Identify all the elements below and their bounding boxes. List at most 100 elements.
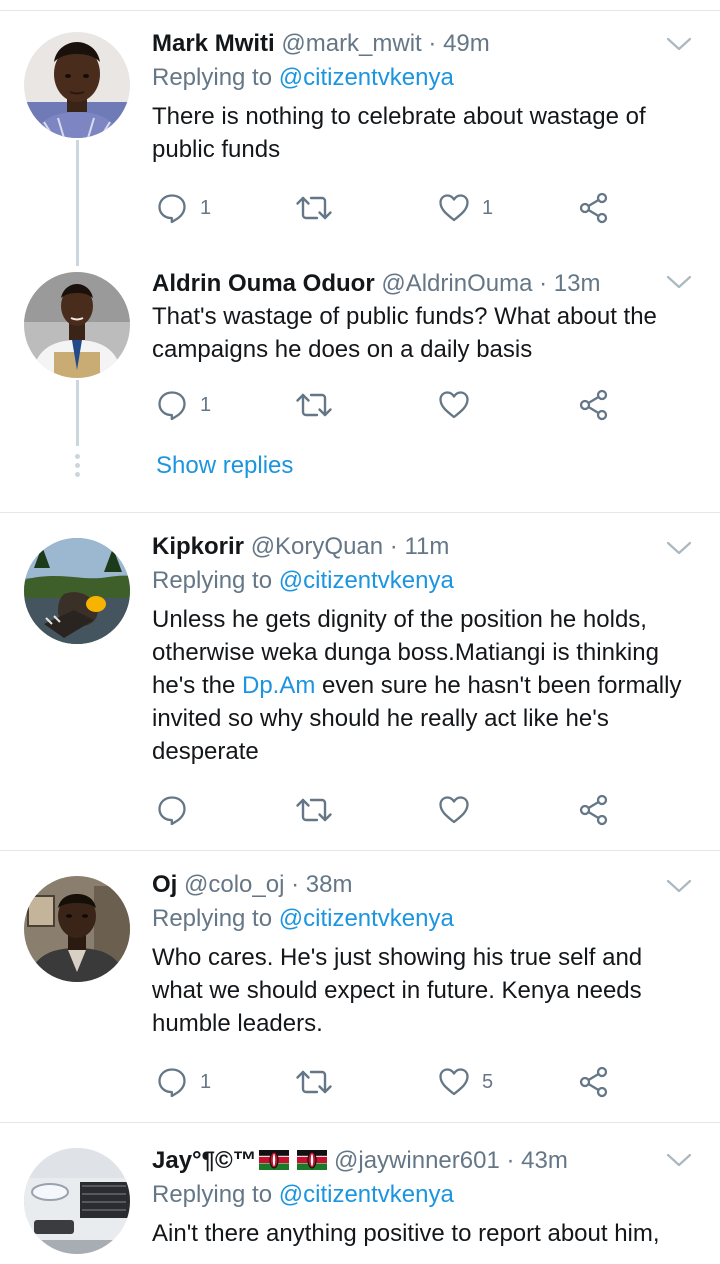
reply-button[interactable]	[156, 790, 200, 830]
reply-bubble-icon	[156, 192, 188, 224]
replying-to-prefix: Replying to	[152, 567, 279, 594]
like-button[interactable]	[438, 385, 482, 425]
like-button[interactable]	[438, 790, 482, 830]
display-name[interactable]: Jay°¶©™	[152, 1147, 257, 1174]
heart-icon	[438, 192, 470, 224]
tweet-text: Who cares. He's just showing his true se…	[152, 944, 643, 1037]
top-divider	[0, 10, 720, 11]
timestamp[interactable]: 13m	[554, 270, 601, 297]
replying-to-prefix: Replying to	[152, 1181, 279, 1208]
avatar[interactable]	[24, 32, 130, 138]
display-name[interactable]: Kipkorir	[152, 533, 244, 560]
reply-count: 1	[200, 393, 212, 416]
display-name[interactable]: Mark Mwiti	[152, 30, 275, 57]
replying-to-link[interactable]: @citizentvkenya	[279, 567, 454, 594]
separator-dot: ·	[389, 533, 398, 560]
text-link[interactable]: Dp.Am	[242, 672, 315, 699]
retweet-button[interactable]	[294, 385, 346, 425]
like-button[interactable]: 1	[438, 188, 493, 228]
share-nodes-icon	[578, 1066, 610, 1098]
reply-bubble-icon	[156, 389, 188, 421]
retweet-button[interactable]	[294, 1062, 346, 1102]
retweet-button[interactable]	[294, 790, 346, 830]
reply-count: 1	[200, 196, 212, 219]
replying-to: Replying to @citizentvkenya	[152, 565, 690, 597]
reply-count: 1	[200, 1070, 212, 1093]
like-button[interactable]: 5	[438, 1062, 493, 1102]
separator-dot: ·	[539, 270, 548, 297]
tweet-divider	[0, 512, 720, 513]
tweet-header: Aldrin Ouma Oduor @AldrinOuma · 13m	[152, 268, 690, 300]
user-handle[interactable]: @colo_oj	[184, 871, 284, 898]
show-replies-link[interactable]: Show replies	[156, 452, 293, 480]
timestamp[interactable]: 38m	[306, 871, 353, 898]
share-button[interactable]	[578, 1062, 610, 1102]
timestamp[interactable]: 49m	[443, 30, 490, 57]
user-handle[interactable]: @AldrinOuma	[381, 270, 532, 297]
thread-line	[76, 380, 79, 446]
tweet-header: Mark Mwiti @mark_mwit · 49m	[152, 28, 690, 60]
retweet-button[interactable]	[294, 188, 346, 228]
timestamp[interactable]: 11m	[404, 533, 449, 560]
tweet-text: Unless he gets dignity of the position h…	[152, 603, 690, 768]
share-button[interactable]	[578, 188, 610, 228]
timestamp[interactable]: 43m	[521, 1147, 568, 1174]
chevron-down-icon[interactable]	[666, 274, 692, 290]
kenya-flag-emoji	[297, 1150, 327, 1170]
chevron-down-icon[interactable]	[666, 540, 692, 556]
separator-dot: ·	[291, 871, 300, 898]
tweet-actions: 1	[152, 385, 622, 425]
retweet-arrows-icon	[294, 389, 334, 421]
thread-more-dots	[74, 454, 82, 481]
like-count: 1	[482, 196, 494, 219]
chevron-down-icon[interactable]	[666, 878, 692, 894]
like-count: 5	[482, 1070, 494, 1093]
tweet-text: There is nothing to celebrate about wast…	[152, 103, 646, 163]
chevron-down-icon[interactable]	[666, 1152, 692, 1168]
thread-line	[76, 140, 79, 266]
reply-button[interactable]: 1	[156, 1062, 211, 1102]
replying-to-prefix: Replying to	[152, 64, 279, 91]
user-handle[interactable]: @jaywinner601	[334, 1147, 500, 1174]
retweet-arrows-icon	[294, 794, 334, 826]
share-nodes-icon	[578, 192, 610, 224]
avatar[interactable]	[24, 538, 130, 644]
user-handle[interactable]: @KoryQuan	[251, 533, 383, 560]
retweet-arrows-icon	[294, 1066, 334, 1098]
reply-button[interactable]: 1	[156, 385, 211, 425]
share-nodes-icon	[578, 794, 610, 826]
tweet-actions	[152, 790, 622, 830]
tweet-actions: 1 1	[152, 188, 622, 228]
replying-to: Replying to @citizentvkenya	[152, 903, 690, 935]
tweet-header: Kipkorir @KoryQuan · 11m	[152, 531, 690, 563]
replying-to-link[interactable]: @citizentvkenya	[279, 64, 454, 91]
avatar[interactable]	[24, 272, 130, 378]
replying-to-link[interactable]: @citizentvkenya	[279, 1181, 454, 1208]
tweet-actions: 1 5	[152, 1062, 622, 1102]
tweet-text: That's wastage of public funds? What abo…	[152, 303, 657, 363]
replying-to-prefix: Replying to	[152, 905, 279, 932]
separator-dot: ·	[428, 30, 437, 57]
kenya-flag-emoji	[259, 1150, 289, 1170]
reply-bubble-icon	[156, 794, 188, 826]
avatar[interactable]	[24, 1148, 130, 1254]
replying-to: Replying to @citizentvkenya	[152, 1179, 690, 1211]
replying-to: Replying to @citizentvkenya	[152, 62, 690, 94]
share-button[interactable]	[578, 385, 610, 425]
user-handle[interactable]: @mark_mwit	[281, 30, 421, 57]
share-button[interactable]	[578, 790, 610, 830]
replying-to-link[interactable]: @citizentvkenya	[279, 905, 454, 932]
display-name[interactable]: Aldrin Ouma Oduor	[152, 270, 375, 297]
heart-icon	[438, 389, 470, 421]
display-name[interactable]: Oj	[152, 871, 177, 898]
heart-icon	[438, 1066, 470, 1098]
tweet-header: Oj @colo_oj · 38m	[152, 869, 690, 901]
reply-button[interactable]: 1	[156, 188, 211, 228]
avatar[interactable]	[24, 876, 130, 982]
tweet-text: Ain't there anything positive to report …	[152, 1220, 660, 1247]
chevron-down-icon[interactable]	[666, 36, 692, 52]
tweet-divider	[0, 850, 720, 851]
retweet-arrows-icon	[294, 192, 334, 224]
heart-icon	[438, 794, 470, 826]
share-nodes-icon	[578, 389, 610, 421]
